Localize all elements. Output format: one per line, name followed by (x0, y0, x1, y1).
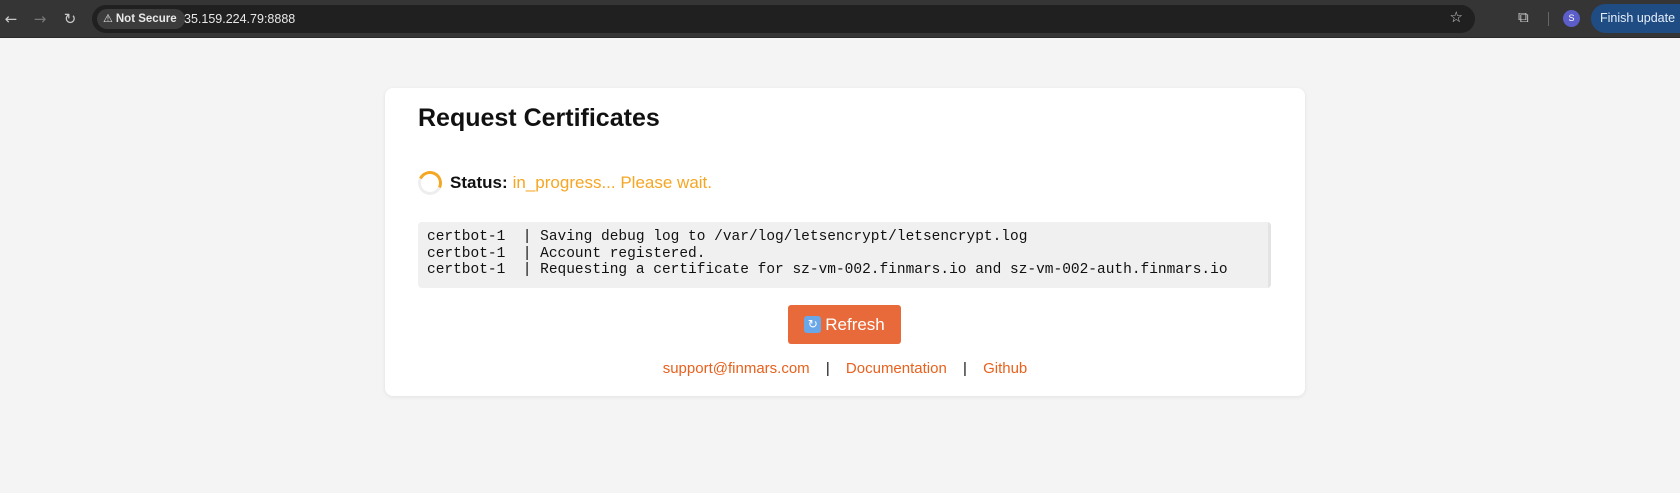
support-email-link[interactable]: support@finmars.com (663, 360, 810, 377)
log-line: certbot-1 | Account registered. (427, 245, 706, 262)
extensions-puzzle-icon[interactable]: ⧉ (1518, 8, 1536, 26)
address-bar[interactable]: ⚠ Not Secure 35.159.224.79:8888 ☆ (92, 5, 1475, 33)
not-secure-chip[interactable]: ⚠ Not Secure (97, 9, 185, 29)
toolbar-divider (1548, 12, 1549, 26)
footer-separator: | (963, 360, 967, 377)
log-line: certbot-1 | Saving debug log to /var/log… (427, 229, 1028, 245)
status-row: Status: in_progress... Please wait. (414, 167, 713, 199)
not-secure-label: Not Secure (115, 13, 177, 25)
bookmark-star-icon[interactable]: ☆ (1450, 8, 1463, 26)
github-link[interactable]: Github (983, 360, 1027, 377)
footer-separator: | (825, 360, 830, 377)
reload-icon[interactable]: ↻ (59, 8, 81, 30)
loading-spinner-icon (414, 167, 446, 199)
log-line: certbot-1 | Requesting a certificate for… (427, 262, 1228, 278)
page-title: Request Certificates (418, 104, 660, 132)
certificate-card: Request Certificates Status: in_progress… (385, 88, 1305, 396)
log-output: certbot-1 | Saving debug log to /var/log… (418, 222, 1271, 288)
profile-avatar[interactable]: S (1563, 10, 1580, 27)
browser-toolbar: ← → ↻ ⚠ Not Secure 35.159.224.79:8888 ☆ … (0, 0, 1680, 38)
finish-update-button[interactable]: Finish update (1591, 4, 1680, 33)
footer-links: support@finmars.com | Documentation | Gi… (385, 360, 1305, 377)
documentation-link[interactable]: Documentation (846, 360, 947, 377)
url-text[interactable]: 35.159.224.79:8888 (184, 5, 295, 33)
refresh-label: Refresh (825, 314, 885, 334)
refresh-button[interactable]: ↻ Refresh (788, 305, 901, 344)
back-arrow-icon[interactable]: ← (0, 8, 22, 30)
warning-icon: ⚠ (103, 12, 113, 25)
forward-arrow-icon[interactable]: → (29, 8, 51, 30)
status-label: Status: (450, 173, 508, 192)
refresh-icon: ↻ (804, 316, 822, 333)
status-text: in_progress... Please wait. (512, 173, 713, 192)
